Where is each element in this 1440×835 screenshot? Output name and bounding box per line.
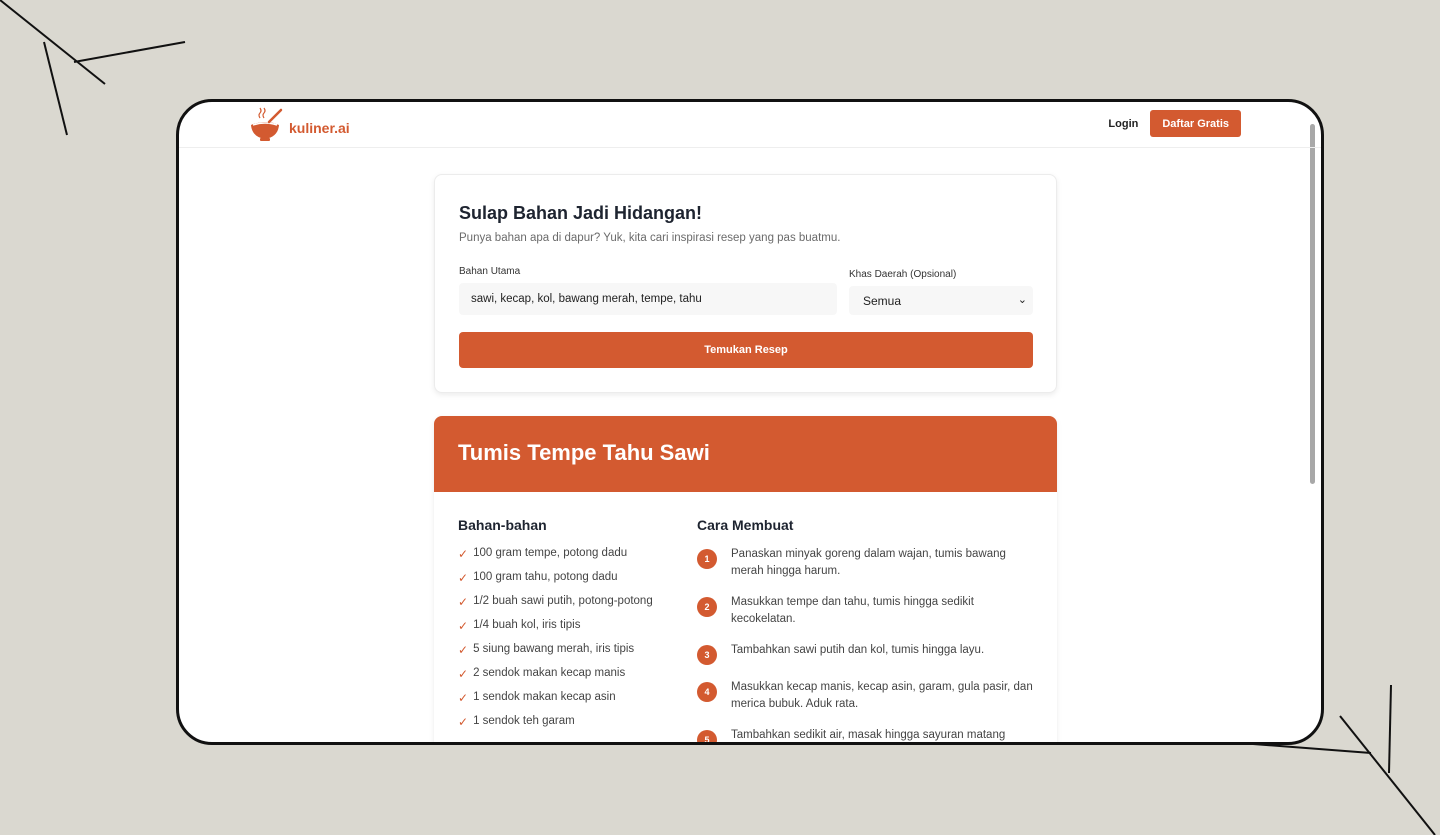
check-icon: ✓ [458, 643, 469, 657]
check-icon: ✓ [458, 715, 469, 729]
scrollbar-thumb[interactable] [1310, 124, 1315, 484]
step-item: 2 Masukkan tempe dan tahu, tumis hingga s… [697, 594, 1037, 628]
recipe-result-card: Tumis Tempe Tahu Sawi Bahan-bahan Cara M… [434, 416, 1057, 742]
region-selected-value: Semua [863, 293, 902, 308]
list-item: ✓ 1/2 buah sawi putih, potong-potong [458, 595, 653, 609]
ingredients-input[interactable] [459, 283, 837, 315]
step-item: 5 Tambahkan sedikit air, masak hingga say… [697, 727, 1037, 742]
chevron-down-icon: ⌄ [1017, 294, 1027, 306]
browser-frame: kuliner.ai Login Daftar Gratis Sulap Bah… [176, 99, 1324, 745]
steps-list: 1 Panaskan minyak goreng dalam wajan, tum… [697, 546, 1037, 742]
region-label: Khas Daerah (Opsional) [849, 269, 957, 280]
ingredients-label: Bahan Utama [459, 266, 521, 277]
check-icon: ✓ [458, 571, 469, 585]
list-item: ✓ 1/4 buah kol, iris tipis [458, 619, 581, 633]
nav-actions: Login Daftar Gratis [1108, 110, 1241, 137]
cooking-bowl-icon [247, 107, 283, 148]
list-item: ✓ 100 gram tempe, potong dadu [458, 547, 628, 561]
step-item: 4 Masukkan kecap manis, kecap asin, garam… [697, 679, 1037, 713]
decorative-lines-top-left [0, 0, 186, 136]
step-number-badge: 1 [697, 549, 717, 569]
list-item: ✓ 1 sendok makan kecap asin [458, 691, 616, 705]
steps-heading: Cara Membuat [697, 517, 794, 533]
recipe-title: Tumis Tempe Tahu Sawi [458, 440, 710, 465]
login-link[interactable]: Login [1108, 118, 1138, 130]
step-item: 1 Panaskan minyak goreng dalam wajan, tum… [697, 546, 1037, 580]
step-text: Tambahkan sedikit air, masak hingga sayu… [731, 729, 1006, 741]
step-number-badge: 4 [697, 682, 717, 702]
check-icon: ✓ [458, 595, 469, 609]
ingredients-list: ✓ 100 gram tempe, potong dadu ✓ 100 gram t… [458, 547, 653, 739]
step-item: 3 Tambahkan sawi putih dan kol, tumis hin… [697, 642, 1037, 665]
navbar: kuliner.ai Login Daftar Gratis [179, 102, 1321, 148]
check-icon: ✓ [458, 547, 469, 561]
list-item: ✓ 1 sendok teh garam [458, 715, 575, 729]
check-icon: ✓ [458, 667, 469, 681]
list-item: ✓ 100 gram tahu, potong dadu [458, 571, 618, 585]
ingredients-heading: Bahan-bahan [458, 517, 547, 533]
recipe-search-card: Sulap Bahan Jadi Hidangan! Punya bahan a… [434, 174, 1057, 393]
step-number-badge: 5 [697, 730, 717, 742]
check-icon: ✓ [458, 691, 469, 705]
find-recipe-button[interactable]: Temukan Resep [459, 332, 1033, 368]
step-text: Tambahkan sawi putih dan kol, tumis hing… [731, 644, 985, 656]
list-item: ✓ 5 siung bawang merah, iris tipis [458, 643, 635, 657]
search-subtitle: Punya bahan apa di dapur? Yuk, kita cari… [459, 232, 841, 244]
brand-logo[interactable]: kuliner.ai [247, 107, 350, 148]
region-select[interactable]: Semua ⌄ [849, 286, 1033, 315]
search-title: Sulap Bahan Jadi Hidangan! [459, 203, 703, 223]
check-icon: ✓ [458, 619, 469, 633]
list-item: ✓ 2 sendok makan kecap manis [458, 667, 626, 681]
step-text: Panaskan minyak goreng dalam wajan, tumi… [731, 548, 1006, 577]
brand-name: kuliner.ai [289, 119, 350, 136]
recipe-header: Tumis Tempe Tahu Sawi [434, 416, 1057, 492]
step-text: Masukkan kecap manis, kecap asin, garam,… [731, 681, 1033, 710]
step-number-badge: 3 [697, 645, 717, 665]
step-number-badge: 2 [697, 597, 717, 617]
signup-button[interactable]: Daftar Gratis [1150, 110, 1241, 137]
step-text: Masukkan tempe dan tahu, tumis hingga se… [731, 596, 974, 625]
